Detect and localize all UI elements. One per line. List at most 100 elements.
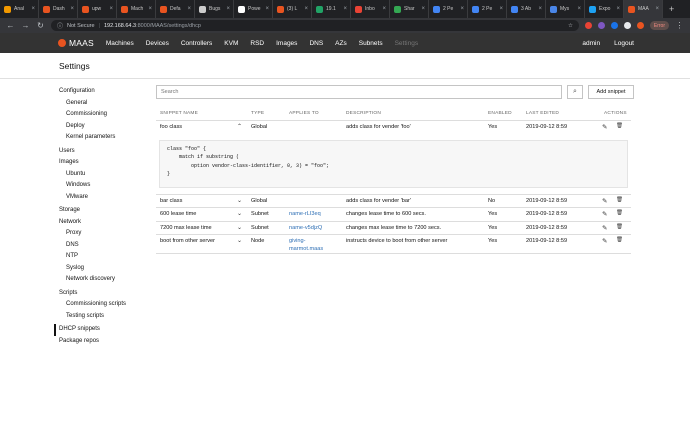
delete-icon[interactable]: 🗑 xyxy=(616,123,623,129)
sidebar-item-ubuntu[interactable]: Ubuntu xyxy=(54,169,150,181)
browser-tab[interactable]: Anal × xyxy=(0,0,39,18)
browser-tab[interactable]: Defa × xyxy=(156,0,195,18)
nav-controllers[interactable]: Controllers xyxy=(181,40,212,47)
chevron-down-icon[interactable]: ⌄ xyxy=(237,210,242,217)
browser-tab[interactable]: 3 Ab × xyxy=(507,0,546,18)
browser-tab[interactable]: Powe × xyxy=(234,0,273,18)
extension-icon[interactable] xyxy=(610,22,618,29)
close-icon[interactable]: × xyxy=(538,6,542,12)
nav-subnets[interactable]: Subnets xyxy=(359,40,383,47)
table-row[interactable]: boot from other server ⌄ Node giving-mar… xyxy=(156,235,631,254)
sidebar-item-deploy[interactable]: Deploy xyxy=(54,121,150,133)
sidebar-item-general[interactable]: General xyxy=(54,98,150,110)
browser-tab[interactable]: Expo × xyxy=(585,0,624,18)
browser-tab[interactable]: Dash × xyxy=(39,0,78,18)
extension-icon[interactable] xyxy=(584,22,592,29)
close-icon[interactable]: × xyxy=(304,6,308,12)
browser-tab[interactable]: (3) L × xyxy=(273,0,312,18)
sidebar-item-dhcp-snippets[interactable]: DHCP snippets xyxy=(54,324,150,336)
table-row[interactable]: 600 lease time ⌄ Subnet name-rLI3eq chan… xyxy=(156,208,631,222)
nav-machines[interactable]: Machines xyxy=(106,40,134,47)
browser-tab[interactable]: MAA × xyxy=(624,0,663,18)
close-icon[interactable]: × xyxy=(343,6,347,12)
extension-icon[interactable] xyxy=(623,22,631,29)
nav-kvm[interactable]: KVM xyxy=(224,40,238,47)
delete-icon[interactable]: 🗑 xyxy=(616,210,623,216)
col-applies-to[interactable]: APPLIES TO xyxy=(289,111,319,116)
close-icon[interactable]: × xyxy=(31,6,35,12)
chevron-down-icon[interactable]: ⌄ xyxy=(237,197,242,204)
sidebar-item-ntp[interactable]: NTP xyxy=(54,251,150,263)
close-icon[interactable]: × xyxy=(226,6,230,12)
browser-tab[interactable]: Shar × xyxy=(390,0,429,18)
browser-tab[interactable]: 2 Pe × xyxy=(468,0,507,18)
sidebar-item-users[interactable]: Users xyxy=(54,146,150,158)
snippet-applies-to-link[interactable]: giving-marmot.maas xyxy=(289,237,329,253)
nav-devices[interactable]: Devices xyxy=(146,40,169,47)
close-icon[interactable]: × xyxy=(421,6,425,12)
snippet-applies-to-link[interactable]: name-rLI3eq xyxy=(289,211,321,217)
logout-link[interactable]: Logout xyxy=(614,40,634,47)
edit-icon[interactable]: ✎ xyxy=(602,237,607,245)
browser-tab[interactable]: Mach × xyxy=(117,0,156,18)
reload-icon[interactable]: ↻ xyxy=(36,21,45,30)
search-input[interactable] xyxy=(156,85,562,99)
star-icon[interactable]: ☆ xyxy=(568,23,573,29)
search-button[interactable]: ⌕ xyxy=(567,85,583,99)
delete-icon[interactable]: 🗑 xyxy=(616,224,623,230)
close-icon[interactable]: × xyxy=(616,6,620,12)
sidebar-item-dns[interactable]: DNS xyxy=(54,240,150,252)
nav-dns[interactable]: DNS xyxy=(309,40,323,47)
browser-tab[interactable]: upw × xyxy=(78,0,117,18)
delete-icon[interactable]: 🗑 xyxy=(616,237,623,243)
url-input[interactable]: ⓘ Not Secure | 192.168.64.3:8000/MAAS/se… xyxy=(51,20,579,31)
browser-tab[interactable]: 2 Pe × xyxy=(429,0,468,18)
col-description[interactable]: DESCRIPTION xyxy=(346,111,381,116)
nav-rsd[interactable]: RSD xyxy=(250,40,264,47)
edit-icon[interactable]: ✎ xyxy=(602,210,607,218)
sidebar-item-kernel-parameters[interactable]: Kernel parameters xyxy=(54,132,150,144)
back-icon[interactable]: ← xyxy=(6,21,15,30)
close-icon[interactable]: × xyxy=(70,6,74,12)
browser-tab[interactable]: Inbo × xyxy=(351,0,390,18)
close-icon[interactable]: × xyxy=(265,6,269,12)
close-icon[interactable]: × xyxy=(382,6,386,12)
chevron-down-icon[interactable]: ⌄ xyxy=(237,224,242,231)
chevron-up-icon[interactable]: ⌃ xyxy=(237,123,242,130)
maas-logo[interactable]: MAAS xyxy=(58,38,94,48)
delete-icon[interactable]: 🗑 xyxy=(616,197,623,203)
edit-icon[interactable]: ✎ xyxy=(602,123,607,131)
col-enabled[interactable]: ENABLED xyxy=(488,111,512,116)
close-icon[interactable]: × xyxy=(148,6,152,12)
sidebar-item-vmware[interactable]: VMware xyxy=(54,192,150,204)
col-snippet-name[interactable]: SNIPPET NAME xyxy=(160,111,198,116)
new-tab-button[interactable]: + xyxy=(669,4,674,14)
sidebar-item-storage[interactable]: Storage xyxy=(54,205,150,217)
error-badge[interactable]: Error xyxy=(649,21,669,30)
sidebar-item-network-discovery[interactable]: Network discovery xyxy=(54,274,150,286)
forward-icon[interactable]: → xyxy=(21,21,30,30)
info-icon[interactable]: ⓘ xyxy=(57,21,63,30)
extension-icon[interactable] xyxy=(636,22,644,29)
nav-azs[interactable]: AZs xyxy=(335,40,347,47)
close-icon[interactable]: × xyxy=(187,6,191,12)
table-row[interactable]: bar class ⌄ Global adds class for vender… xyxy=(156,195,631,208)
sidebar-item-windows[interactable]: Windows xyxy=(54,180,150,192)
sidebar-item-commissioning[interactable]: Commissioning xyxy=(54,109,150,121)
edit-icon[interactable]: ✎ xyxy=(602,224,607,232)
menu-icon[interactable]: ⋮ xyxy=(675,21,684,30)
sidebar-item-package-repos[interactable]: Package repos xyxy=(54,336,150,348)
browser-tab[interactable]: Mys × xyxy=(546,0,585,18)
add-snippet-button[interactable]: Add snippet xyxy=(588,85,634,99)
browser-tab[interactable]: 19.1 × xyxy=(312,0,351,18)
col-type[interactable]: TYPE xyxy=(251,111,264,116)
sidebar-item-proxy[interactable]: Proxy xyxy=(54,228,150,240)
chevron-down-icon[interactable]: ⌄ xyxy=(237,237,242,244)
user-menu[interactable]: admin xyxy=(582,40,600,47)
table-row[interactable]: foo class ⌃ Global adds class for vender… xyxy=(156,121,631,135)
close-icon[interactable]: × xyxy=(499,6,503,12)
col-last-edited[interactable]: LAST EDITED xyxy=(526,111,559,116)
sidebar-item-testing-scripts[interactable]: Testing scripts xyxy=(54,311,150,323)
nav-images[interactable]: Images xyxy=(276,40,297,47)
close-icon[interactable]: × xyxy=(577,6,581,12)
